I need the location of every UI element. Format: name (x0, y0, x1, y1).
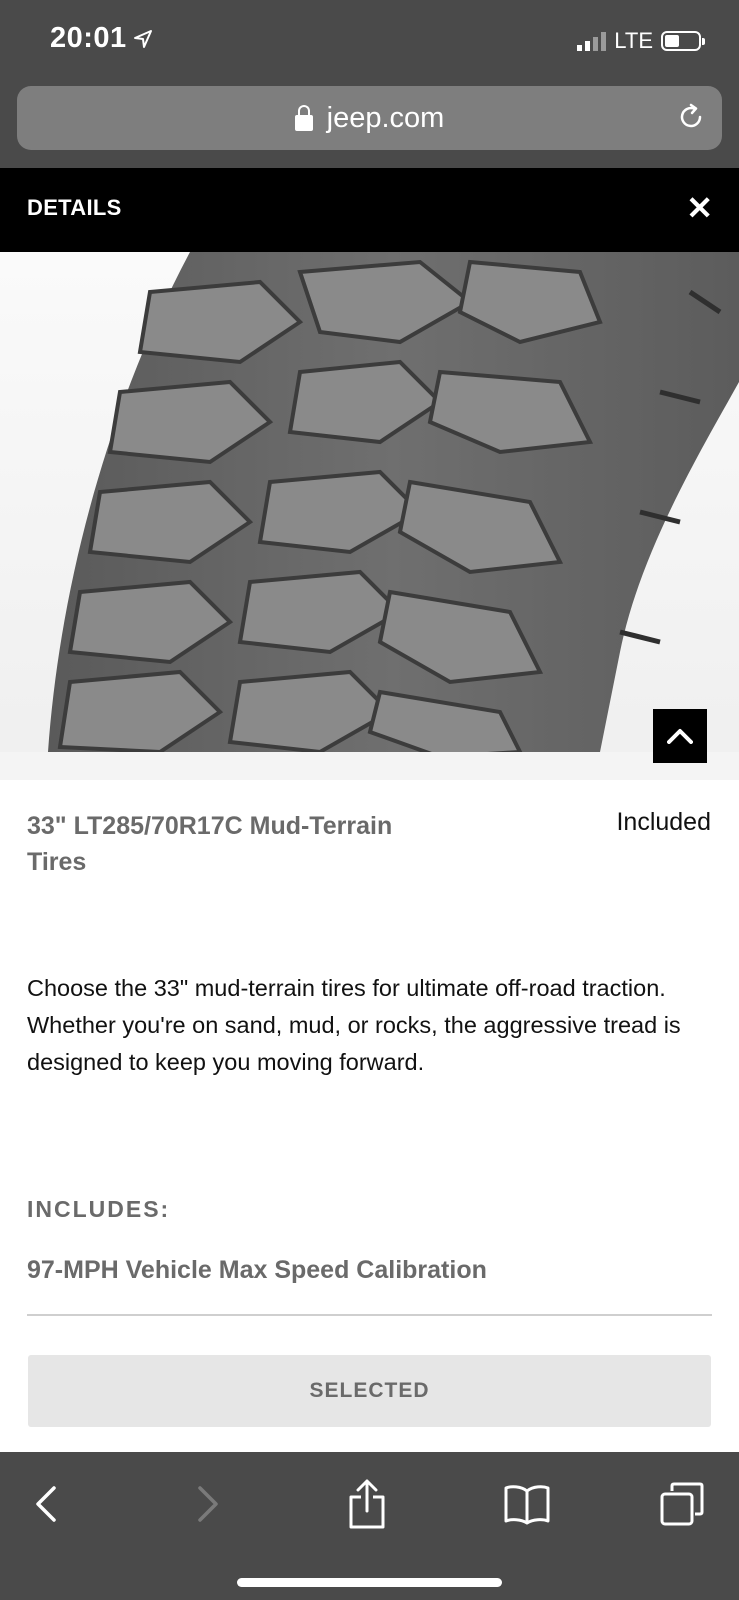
product-image (0, 252, 739, 780)
chevron-up-icon (667, 729, 693, 744)
battery-icon (661, 31, 705, 51)
location-arrow-icon (133, 29, 152, 48)
reload-icon[interactable] (676, 102, 706, 132)
network-label: LTE (614, 28, 653, 53)
price-status: Included (616, 808, 711, 836)
status-bar: 20:01 LTE (0, 0, 739, 84)
forward-icon[interactable] (178, 1474, 238, 1534)
lock-icon (294, 104, 313, 131)
includes-label: INCLUDES: (27, 1196, 171, 1222)
selected-button[interactable]: SELECTED (28, 1355, 711, 1427)
share-icon[interactable] (337, 1474, 397, 1534)
close-icon[interactable]: ✕ (686, 192, 713, 224)
status-right: LTE (577, 28, 705, 54)
status-time: 20:01 (50, 22, 127, 54)
product-name: 33" LT285/70R17C Mud-Terrain Tires (27, 812, 393, 876)
browser-url-area: jeep.com (0, 84, 739, 168)
tabs-icon[interactable] (652, 1474, 712, 1534)
includes-item: 97-MPH Vehicle Max Speed Calibration (27, 1256, 487, 1284)
tire-tread-image (0, 252, 739, 780)
back-icon[interactable] (16, 1474, 76, 1534)
address-bar[interactable]: jeep.com (17, 86, 722, 150)
details-title: DETAILS (27, 195, 122, 220)
url-text: jeep.com (326, 102, 445, 134)
product-description: Choose the 33" mud-terrain tires for ult… (27, 975, 681, 1075)
bookmarks-icon[interactable] (497, 1474, 557, 1534)
status-time-group: 20:01 (50, 22, 153, 55)
details-header: DETAILS ✕ (0, 168, 739, 252)
signal-icon (577, 31, 607, 51)
home-indicator (237, 1578, 502, 1587)
scroll-up-button[interactable] (653, 709, 707, 763)
divider (27, 1314, 712, 1316)
